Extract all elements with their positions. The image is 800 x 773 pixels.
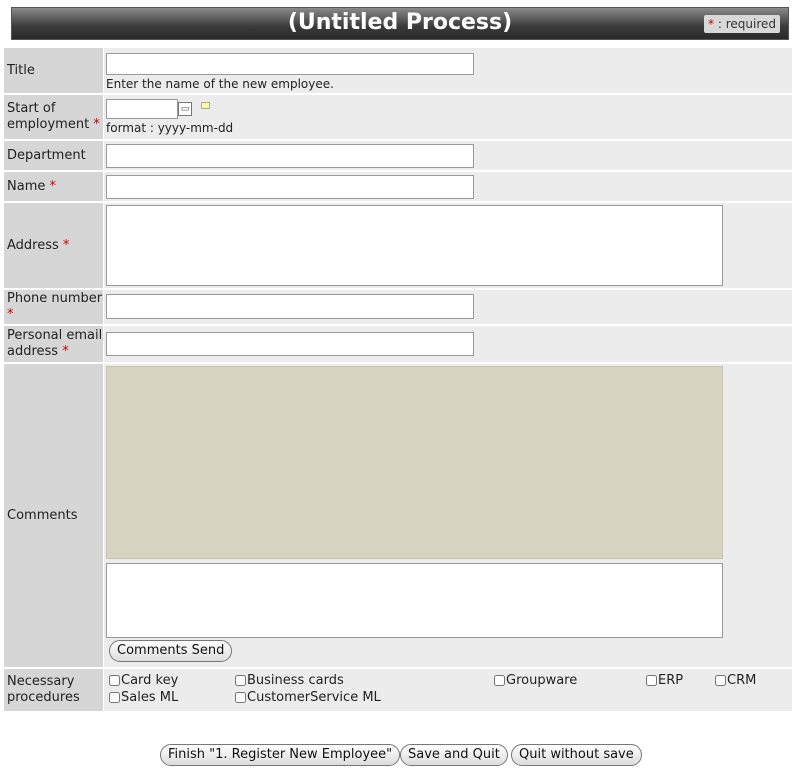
title-row: Title Enter the name of the new employee… [4,48,792,94]
procedures-row: Necessary procedures Card key Business c… [4,669,792,712]
start-hint: format : yyyy-mm-dd [106,121,234,135]
checkbox-card-key[interactable]: Card key [109,673,178,688]
required-legend: * : required [704,15,780,33]
start-label: Start of employment * [4,95,103,140]
department-input[interactable] [106,144,474,168]
calendar-icon[interactable]: ▭ [178,102,192,116]
phone-label: Phone number * [4,290,103,325]
checkbox-business-cards[interactable]: Business cards [235,673,344,688]
checkbox-crm[interactable]: CRM [715,673,756,688]
business-cards-checkbox[interactable] [235,675,246,686]
email-label: Personal email address * [4,326,103,363]
process-header: (Untitled Process) * : required [11,7,789,40]
start-row: Start of employment * ▭ format : yyyy-mm… [4,95,792,140]
comments-send-button[interactable]: Comments Send [109,640,233,662]
name-row: Name * [4,172,792,202]
process-title: (Untitled Process) [287,10,513,35]
required-legend-text: : required [714,17,776,31]
comments-label: Comments [4,364,103,668]
comment-textarea[interactable] [106,563,723,638]
quit-without-save-button[interactable]: Quit without save [511,744,642,766]
finish-button[interactable]: Finish "1. Register New Employee" [160,744,401,766]
department-row: Department [4,141,792,171]
address-textarea[interactable] [106,205,723,286]
address-label: Address * [4,203,103,289]
department-label: Department [4,141,103,171]
start-date-input[interactable] [106,99,178,119]
phone-row: Phone number * [4,290,792,325]
groupware-checkbox[interactable] [494,675,505,686]
checkbox-sales-ml[interactable]: Sales ML [109,690,178,705]
comments-row: Comments Comments Send [4,364,792,668]
title-input[interactable] [106,53,474,75]
checkbox-customerservice-ml[interactable]: CustomerService ML [235,690,381,705]
phone-input[interactable] [106,294,474,319]
email-row: Personal email address * [4,326,792,363]
save-and-quit-button[interactable]: Save and Quit [400,744,508,766]
procedures-label: Necessary procedures [4,669,103,712]
name-label: Name * [4,172,103,202]
title-hint: Enter the name of the new employee. [106,77,334,91]
name-input[interactable] [106,175,474,199]
erp-checkbox[interactable] [646,675,657,686]
sales-ml-checkbox[interactable] [109,692,120,703]
customerservice-ml-checkbox[interactable] [235,692,246,703]
comments-history [106,366,723,559]
note-icon[interactable] [201,102,210,109]
crm-checkbox[interactable] [715,675,726,686]
title-label: Title [4,48,103,94]
checkbox-groupware[interactable]: Groupware [494,673,577,688]
address-row: Address * [4,203,792,289]
checkbox-erp[interactable]: ERP [646,673,683,688]
card-key-checkbox[interactable] [109,675,120,686]
email-input[interactable] [106,332,474,356]
